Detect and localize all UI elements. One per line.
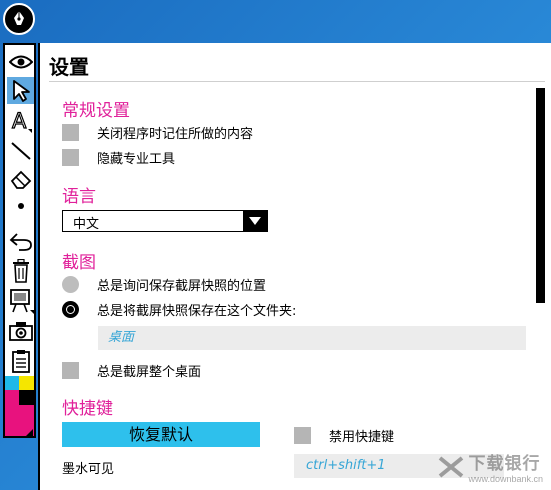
title-divider [49,81,545,82]
clipboard-icon[interactable] [7,347,34,374]
pointer-icon[interactable] [7,77,34,104]
pen-logo-icon[interactable] [3,3,35,35]
disable-shortcuts-label: 禁用快捷键 [329,430,395,445]
save-folder-field[interactable]: 桌面 [98,326,526,350]
screenshot-heading: 截图 [62,253,96,273]
text-icon[interactable]: A [7,107,34,134]
board-icon[interactable] [7,287,34,314]
tool-palette: A [3,43,36,438]
capture-full-desktop-option[interactable]: 总是截屏整个桌面 [62,361,201,380]
trash-icon[interactable] [7,257,34,284]
hide-pro-tools-option[interactable]: 隐藏专业工具 [62,148,175,167]
save-to-folder-label: 总是将截屏快照保存在这个文件夹: [97,304,297,319]
general-settings-heading: 常规设置 [62,101,130,121]
ask-save-location-option[interactable]: 总是询问保存截屏快照的位置 [62,275,266,294]
eraser-icon[interactable] [7,165,34,192]
remember-content-label: 关闭程序时记住所做的内容 [97,127,254,142]
watermark: 下载银行 www.downbank.cn [438,449,543,484]
cyan-color-swatch[interactable] [5,376,19,390]
capture-full-desktop-checkbox[interactable] [62,362,79,379]
watermark-logo-icon [439,455,464,478]
undo-icon[interactable] [7,227,34,254]
save-to-folder-radio[interactable] [62,301,79,318]
ink-visible-label: 墨水可见 [62,462,115,477]
disable-shortcuts-option[interactable]: 禁用快捷键 [294,426,394,445]
dot-icon[interactable] [7,197,34,215]
ask-save-location-label: 总是询问保存截屏快照的位置 [97,279,267,294]
watermark-title: 下载银行 [468,454,541,474]
page-title: 设置 [49,55,89,79]
chevron-down-icon[interactable] [243,211,267,231]
disable-shortcuts-checkbox[interactable] [294,427,311,444]
svg-text:A: A [12,109,27,133]
remember-content-option[interactable]: 关闭程序时记住所做的内容 [62,123,253,142]
camera-icon[interactable] [7,317,34,344]
remember-content-checkbox[interactable] [62,124,79,141]
capture-full-desktop-label: 总是截屏整个桌面 [97,365,202,380]
eye-icon[interactable] [7,48,34,75]
language-select[interactable]: 中文 [62,210,268,232]
ask-save-location-radio[interactable] [62,276,79,293]
shortcuts-heading: 快捷键 [62,399,113,419]
watermark-url: www.downbank.cn [468,474,543,484]
settings-panel: 设置 常规设置 关闭程序时记住所做的内容 隐藏专业工具 语言 中文 截图 总是询… [38,43,551,490]
hide-pro-tools-label: 隐藏专业工具 [97,152,176,167]
language-selected-value: 中文 [73,217,100,232]
language-heading: 语言 [62,187,96,207]
scrollbar[interactable] [536,88,545,303]
magenta-color-swatch[interactable] [5,390,19,436]
save-to-folder-option[interactable]: 总是将截屏快照保存在这个文件夹: [62,300,296,319]
line-icon[interactable] [7,137,34,164]
black-color-swatch[interactable] [19,390,34,405]
restore-defaults-button[interactable]: 恢复默认 [62,422,260,447]
hide-pro-tools-checkbox[interactable] [62,149,79,166]
yellow-color-swatch[interactable] [19,376,34,390]
more-colors-icon[interactable] [26,429,33,436]
